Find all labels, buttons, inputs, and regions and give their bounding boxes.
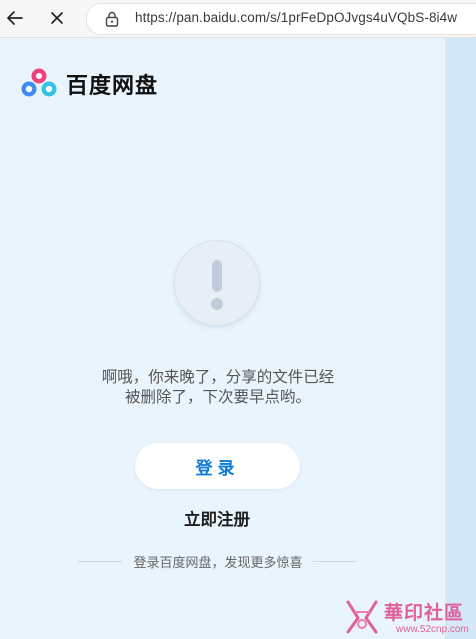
exclamation-dot [211,298,223,310]
url-text[interactable]: https://pan.baidu.com/s/1prFeDpOJvgs4uVQ… [135,10,457,25]
watermark-text: 華印社區 [384,602,465,624]
address-bar[interactable]: https://pan.baidu.com/s/1prFeDpOJvgs4uVQ… [86,3,476,35]
message-line-2: 被删除了，下次要早点哟。 [124,388,311,406]
watermark-logo-icon [346,600,378,634]
side-panel [445,38,476,639]
lock-icon [105,11,119,27]
divider-right [313,561,357,562]
warning-icon [174,240,260,326]
watermark: 華印社區 www.52cnp.com [344,598,474,639]
expired-share-message: 啊哦，你来晚了，分享的文件已经 被删除了，下次要早点哟。 [60,367,376,407]
register-link[interactable]: 立即注册 [150,506,284,530]
back-arrow-icon[interactable] [2,6,28,30]
divider-left [78,561,122,562]
exclamation-bar [212,260,222,292]
close-icon[interactable] [44,6,70,30]
brand-name: 百度网盘 [66,74,159,99]
browser-toolbar: https://pan.baidu.com/s/1prFeDpOJvgs4uVQ… [0,0,476,38]
watermark-url: www.52cnp.com [396,624,469,635]
login-tip: 登录百度网盘，发现更多惊喜 [133,556,303,571]
message-line-1: 啊哦，你来晚了，分享的文件已经 [101,368,335,386]
baidu-netdisk-logo-icon [21,68,57,97]
login-button[interactable]: 登录 [135,443,300,489]
